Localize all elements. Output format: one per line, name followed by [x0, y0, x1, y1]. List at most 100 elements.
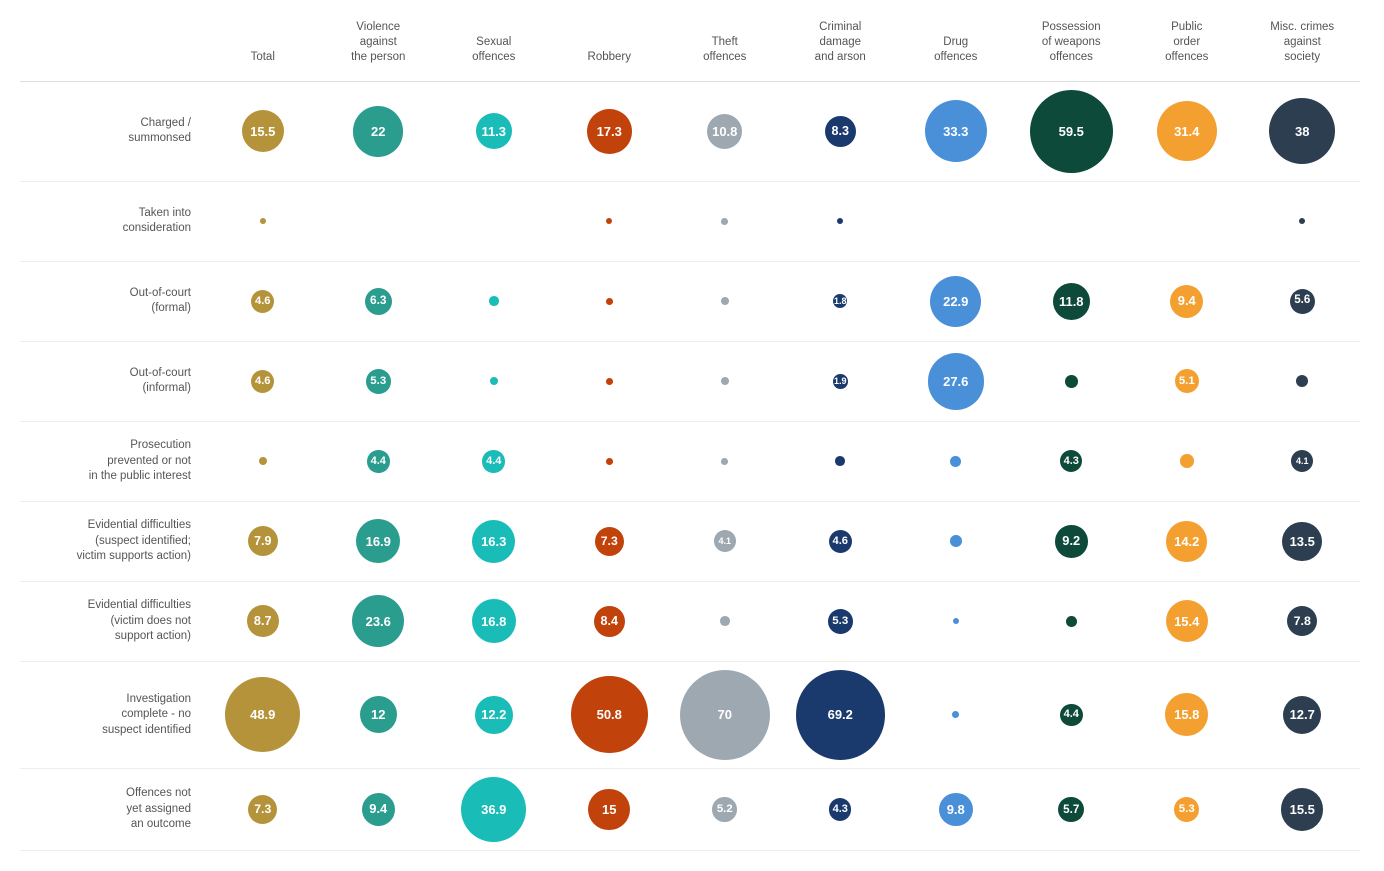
bubble-cell: 7.8 [1245, 598, 1361, 644]
bubble-cell [205, 210, 321, 232]
bubble [952, 711, 959, 718]
bubble-cell: 16.3 [436, 512, 552, 571]
bubble-cell: 9.4 [321, 785, 437, 834]
bubble [1066, 616, 1077, 627]
bubble-cell: 1.8 [783, 286, 899, 316]
bubble: 17.3 [587, 109, 632, 154]
bubble-cell [667, 450, 783, 473]
bubble: 7.9 [248, 526, 278, 556]
bubble: 4.1 [1291, 450, 1313, 472]
bubble [1299, 218, 1305, 224]
bubble-cell: 17.3 [552, 101, 668, 162]
bubble-cell: 70 [667, 662, 783, 768]
bubble: 5.3 [828, 609, 853, 634]
bubble [721, 297, 729, 305]
bubble-cell [552, 290, 668, 313]
bubble-cell: 5.3 [321, 361, 437, 402]
col-robbery: Robbery [552, 50, 668, 71]
bubble-cell: 5.6 [1245, 281, 1361, 322]
bubble [606, 218, 612, 224]
bubble-cell [552, 450, 668, 473]
bubble: 9.4 [1170, 285, 1203, 318]
row-label: Offences notyet assignedan outcome [20, 786, 205, 833]
bubble: 4.4 [1060, 704, 1083, 727]
bubble-cell [667, 369, 783, 393]
bubble: 7.8 [1287, 606, 1317, 636]
bubble-cell: 5.2 [667, 789, 783, 830]
bubble-cell: 5.1 [1129, 361, 1245, 401]
bubble: 4.4 [482, 450, 505, 473]
bubble-cell: 50.8 [552, 668, 668, 761]
data-row: Evidential difficulties(suspect identifi… [20, 502, 1360, 582]
bubble-cell: 16.9 [321, 511, 437, 571]
bubble-cell [898, 703, 1014, 726]
col-public: Publicorderoffences [1129, 20, 1245, 71]
data-row: Prosecutionprevented or notin the public… [20, 422, 1360, 502]
bubble: 14.2 [1166, 521, 1207, 562]
data-row: Offences notyet assignedan outcome 7.3 9.4… [20, 769, 1360, 851]
bubble: 9.4 [362, 793, 395, 826]
bubble [721, 377, 729, 385]
bubble [1296, 375, 1308, 387]
bubble: 12 [360, 696, 397, 733]
bubble [1065, 375, 1078, 388]
bubble: 11.8 [1053, 283, 1090, 320]
bubble-cell: 31.4 [1129, 93, 1245, 169]
data-row: Evidential difficulties(victim does nots… [20, 582, 1360, 662]
bubble-cell [1014, 213, 1130, 229]
row-label: Out-of-court(informal) [20, 366, 205, 397]
bubble: 10.8 [707, 114, 742, 149]
bubble: 1.9 [833, 374, 848, 389]
bubble-cell: 33.3 [898, 92, 1014, 170]
data-row: Out-of-court(formal)4.66.31.822.911.89.4… [20, 262, 1360, 342]
bubble: 4.4 [367, 450, 390, 473]
bubble: 12.2 [475, 696, 513, 734]
bubble-cell: 4.6 [783, 522, 899, 561]
bubble: 1.8 [833, 294, 847, 308]
bubble: 69.2 [796, 670, 885, 759]
bubble-cell [552, 370, 668, 393]
bubble-cell: 11.3 [436, 105, 552, 157]
bubble [837, 218, 843, 224]
bubble-cell: 15.8 [1129, 685, 1245, 744]
bubble: 6.3 [365, 288, 392, 315]
bubble: 4.6 [251, 370, 274, 393]
bubble: 36.9 [461, 777, 526, 842]
bubble: 15.5 [242, 110, 284, 152]
bubble: 23.6 [352, 595, 404, 647]
bubble-cell: 9.4 [1129, 277, 1245, 326]
bubble: 4.6 [829, 530, 852, 553]
bubble-cell: 14.2 [1129, 513, 1245, 570]
bubble-cell: 5.7 [1014, 789, 1130, 831]
bubble [720, 616, 730, 626]
rows-container: Charged /summonsed15.52211.317.310.88.33… [20, 82, 1360, 851]
col-violence: Violenceagainstthe person [321, 20, 437, 71]
bubble: 33.3 [925, 100, 987, 162]
bubble-chart: Total Violenceagainstthe person Sexualof… [20, 20, 1360, 851]
bubble [1180, 454, 1194, 468]
bubble-cell: 4.1 [1245, 442, 1361, 480]
bubble [259, 457, 267, 465]
bubble-cell: 6.3 [321, 280, 437, 323]
bubble [721, 458, 728, 465]
col-misc: Misc. crimesagainstsociety [1245, 20, 1361, 71]
bubble-cell: 22.9 [898, 268, 1014, 335]
bubble: 4.6 [251, 290, 274, 313]
bubble-cell: 23.6 [321, 587, 437, 655]
bubble: 7.3 [248, 795, 277, 824]
col-total: Total [205, 50, 321, 71]
bubble-cell: 15 [552, 781, 668, 839]
bubble [835, 456, 845, 466]
col-sexual: Sexualoffences [436, 35, 552, 71]
bubble-cell: 9.8 [898, 785, 1014, 835]
bubble-cell: 10.8 [667, 106, 783, 157]
bubble [606, 458, 613, 465]
bubble-cell: 4.3 [783, 790, 899, 828]
bubble [721, 218, 728, 225]
col-weapons: Possessionof weaponsoffences [1014, 20, 1130, 71]
bubble-cell [783, 210, 899, 232]
bubble: 9.8 [939, 793, 973, 827]
row-label: Taken intoconsideration [20, 206, 205, 237]
bubble: 7.3 [595, 527, 624, 556]
row-label: Investigationcomplete - nosuspect identi… [20, 692, 205, 739]
